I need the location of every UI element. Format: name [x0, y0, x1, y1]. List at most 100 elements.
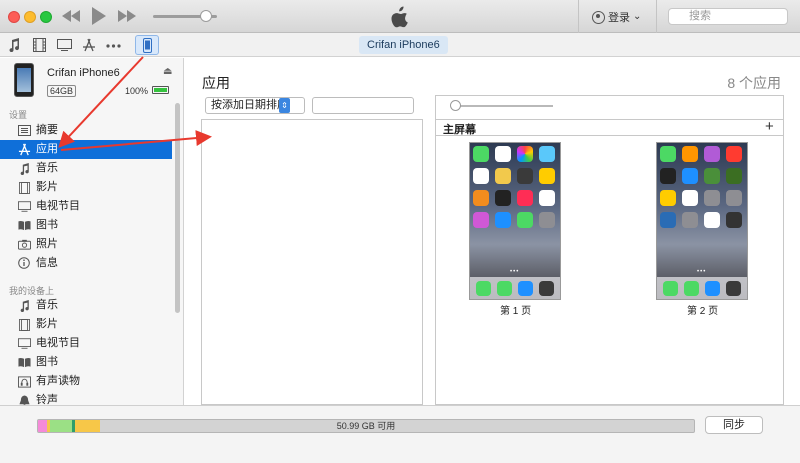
- device-capacity-badge: 64GB: [47, 85, 77, 97]
- sidebar-item-info[interactable]: 信息: [0, 254, 172, 273]
- sidebar-item-apps[interactable]: 应用: [0, 140, 172, 159]
- sidebar-item-device-books[interactable]: 图书: [0, 353, 172, 372]
- app-icon[interactable]: [495, 190, 511, 206]
- app-icon[interactable]: [726, 146, 742, 162]
- app-icon[interactable]: [682, 190, 698, 206]
- volume-slider-knob[interactable]: [200, 10, 212, 22]
- app-icon[interactable]: [517, 212, 533, 228]
- app-icon[interactable]: [660, 168, 676, 184]
- app-icon[interactable]: [704, 168, 720, 184]
- fast-forward-icon[interactable]: [118, 10, 136, 22]
- sidebar-item-label: 音乐: [36, 299, 58, 311]
- app-icon[interactable]: [704, 190, 720, 206]
- app-search-input[interactable]: [312, 97, 414, 114]
- minimize-window-button[interactable]: [24, 11, 36, 23]
- more-icon[interactable]: [106, 44, 121, 48]
- film-icon[interactable]: [33, 38, 46, 52]
- close-window-button[interactable]: [8, 11, 20, 23]
- login-button[interactable]: 登录 ⌄: [592, 9, 641, 25]
- zoom-slider-knob[interactable]: [450, 100, 461, 111]
- app-icon[interactable]: [660, 212, 676, 228]
- zoom-slider-track[interactable]: [453, 105, 553, 107]
- sidebar-item-device-music[interactable]: 音乐: [0, 296, 172, 315]
- app-icon[interactable]: [539, 146, 555, 162]
- status-bar: 50.99 GB 可用 同步: [0, 405, 800, 463]
- page-label-1: 第 1 页: [500, 306, 532, 317]
- app-icon-grid: [660, 146, 746, 228]
- play-icon[interactable]: [92, 7, 106, 25]
- app-icon[interactable]: [704, 212, 720, 228]
- maximize-window-button[interactable]: [40, 11, 52, 23]
- app-icon[interactable]: [473, 146, 489, 162]
- sidebar-item-movies[interactable]: 影片: [0, 178, 172, 197]
- sidebar-item-device-audiobooks[interactable]: 有声读物: [0, 372, 172, 391]
- sidebar-item-label: 电视节目: [36, 337, 80, 349]
- app-icon[interactable]: [517, 146, 533, 162]
- sync-button[interactable]: 同步: [705, 416, 763, 434]
- book-icon: [17, 353, 31, 374]
- app-icon[interactable]: [726, 190, 742, 206]
- sidebar-item-summary[interactable]: 摘要: [0, 121, 172, 140]
- app-icon[interactable]: [684, 280, 699, 296]
- sidebar-item-label: 铃声: [36, 394, 58, 405]
- sidebar-item-tv-shows[interactable]: 电视节目: [0, 197, 172, 216]
- sidebar-item-books[interactable]: 图书: [0, 216, 172, 235]
- add-page-button[interactable]: +: [765, 118, 774, 135]
- sidebar-item-label: 音乐: [36, 162, 58, 174]
- app-icon[interactable]: [473, 190, 489, 206]
- home-screen-page-1[interactable]: •••: [469, 142, 561, 300]
- device-name-pill[interactable]: Crifan iPhone6: [359, 36, 448, 54]
- app-icon[interactable]: [495, 212, 511, 228]
- title-separator: [656, 0, 657, 33]
- sidebar-item-label: 图书: [36, 219, 58, 231]
- media-toolbar: Crifan iPhone6: [0, 33, 800, 57]
- sidebar-item-device-tv-shows[interactable]: 电视节目: [0, 334, 172, 353]
- tv-icon: [17, 334, 31, 355]
- app-icon[interactable]: [473, 212, 489, 228]
- app-list-panel[interactable]: [201, 119, 423, 405]
- app-icon[interactable]: [473, 168, 489, 184]
- app-icon[interactable]: [660, 146, 676, 162]
- app-icon[interactable]: [476, 280, 491, 296]
- app-icon[interactable]: [497, 280, 512, 296]
- music-note-icon[interactable]: [8, 38, 20, 52]
- app-icon[interactable]: [682, 168, 698, 184]
- app-icon[interactable]: [517, 168, 533, 184]
- rewind-icon[interactable]: [62, 10, 80, 22]
- app-icon[interactable]: [539, 190, 555, 206]
- eject-icon[interactable]: ⏏: [163, 66, 172, 77]
- app-icon[interactable]: [726, 280, 741, 296]
- app-icon[interactable]: [704, 146, 720, 162]
- app-icon[interactable]: [682, 146, 698, 162]
- app-icon[interactable]: [705, 280, 720, 296]
- home-screen-header: [436, 119, 783, 136]
- sort-select[interactable]: 按添加日期排序: [205, 97, 305, 114]
- user-icon: [592, 10, 605, 24]
- home-screen-page-2[interactable]: •••: [656, 142, 748, 300]
- app-icon[interactable]: [660, 190, 676, 206]
- capacity-bar: 50.99 GB 可用: [37, 419, 695, 433]
- app-icon[interactable]: [539, 280, 554, 296]
- tv-icon[interactable]: [57, 39, 72, 51]
- app-icon[interactable]: [517, 190, 533, 206]
- app-icon[interactable]: [539, 212, 555, 228]
- app-icon[interactable]: [682, 212, 698, 228]
- sidebar-scrollbar[interactable]: [175, 103, 180, 313]
- sort-select-value: 按添加日期排序: [211, 99, 288, 111]
- search-input[interactable]: 搜索: [668, 8, 788, 25]
- sidebar-item-music[interactable]: 音乐: [0, 159, 172, 178]
- sidebar-item-device-ringtones[interactable]: 铃声: [0, 391, 172, 405]
- app-icon[interactable]: [726, 212, 742, 228]
- app-icon[interactable]: [495, 168, 511, 184]
- app-icon[interactable]: [495, 146, 511, 162]
- app-icon[interactable]: [539, 168, 555, 184]
- app-store-icon[interactable]: [82, 38, 96, 52]
- apple-logo-icon: [391, 6, 408, 28]
- app-icon[interactable]: [726, 168, 742, 184]
- app-icon[interactable]: [518, 280, 533, 296]
- updown-arrow-icon[interactable]: ⇕: [279, 98, 290, 113]
- sidebar-item-photos[interactable]: 照片: [0, 235, 172, 254]
- sidebar-item-device-movies[interactable]: 影片: [0, 315, 172, 334]
- app-icon[interactable]: [663, 280, 678, 296]
- device-button[interactable]: [135, 35, 159, 55]
